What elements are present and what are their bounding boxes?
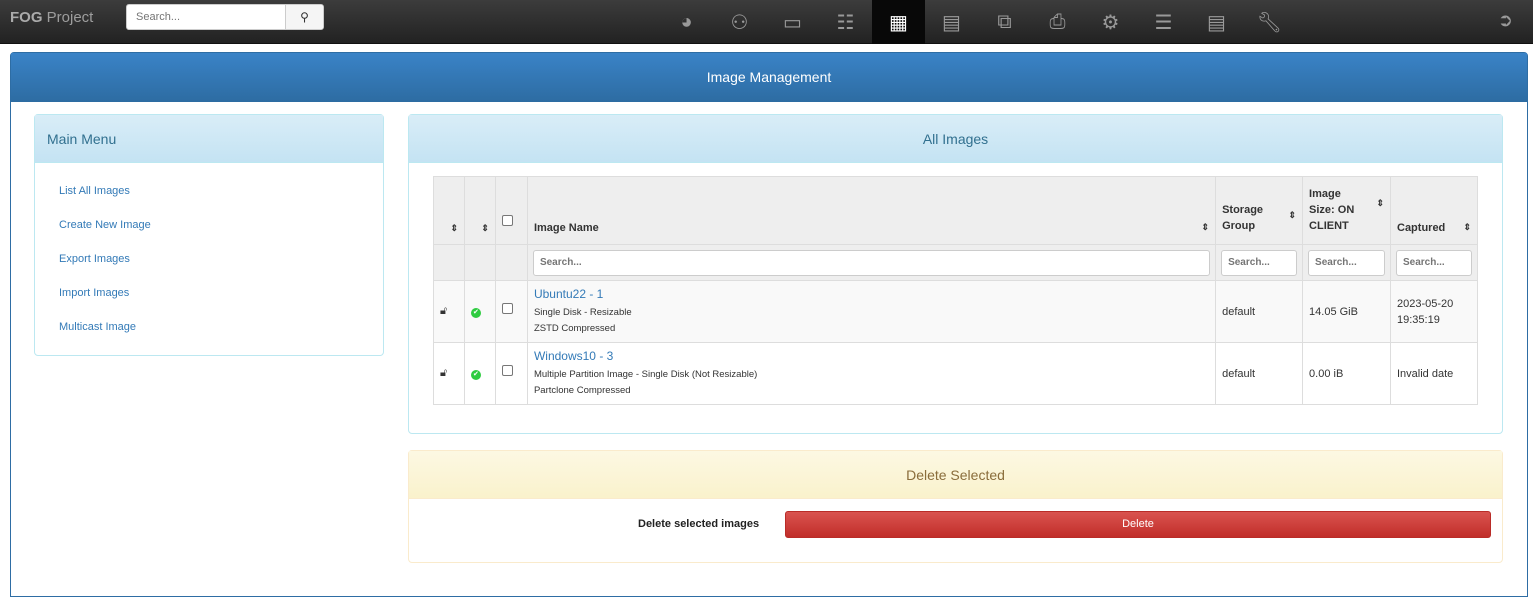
image-size: 14.05 GiB [1302,280,1391,343]
delete-selected-panel: Delete Selected Delete selected images D… [408,450,1503,563]
search-captured[interactable] [1396,249,1472,276]
row-checkbox[interactable] [501,303,513,314]
dashboard-icon[interactable]: ◕ [660,0,713,44]
search-storage-group[interactable] [1221,249,1298,276]
global-search: ⚲ [126,4,324,30]
wrench-icon[interactable]: 🔧︎ [1243,0,1296,44]
captured-date: Invalid date [1390,342,1478,405]
all-images-title: All Images [409,115,1502,163]
captured-date: 2023-05-20 19:35:19 [1390,280,1478,343]
sitemap-icon[interactable]: ☷ [819,0,872,44]
image-type: Single Disk - Resizable [533,306,632,318]
delete-selected-label: Delete selected images [638,518,760,530]
search-image-size[interactable] [1308,249,1385,276]
image-name-link[interactable]: Ubuntu22 - 1 [534,287,1209,301]
menu-create-new-image[interactable]: Create New Image [59,208,383,242]
table-row: 🔓︎ ✔ Windows10 - 3 Multiple Partition Ima… [433,342,1478,405]
image-icon[interactable]: ▦ [872,0,925,44]
delete-button[interactable]: Delete [785,511,1491,538]
check-circle-icon: ✔ [470,370,481,380]
copy-icon[interactable]: ⧉ [978,0,1031,44]
select-all-checkbox[interactable] [501,215,513,226]
cogs-icon[interactable]: ⚙ [1084,0,1137,44]
archive-icon[interactable]: ▤ [925,0,978,44]
row-checkbox[interactable] [501,365,513,376]
server-icon[interactable]: ☰ [1137,0,1190,44]
delete-selected-title: Delete Selected [409,451,1502,499]
table-row: 🔓︎ ✔ Ubuntu22 - 1 Single Disk - Resizable… [433,280,1478,343]
logout-icon[interactable]: ➲ [1498,10,1513,31]
unlock-icon: 🔓︎ [440,367,448,379]
navbar: FOG Project ⚲ ◕ ⚇ ▭ ☷ ▦ ▤ ⧉ ⎙ ⚙ ☰ ▤ 🔧︎ ➲ [0,0,1533,44]
image-size: 0.00 iB [1302,342,1391,405]
menu-multicast-image[interactable]: Multicast Image [59,310,383,344]
search-image-name[interactable] [532,249,1211,276]
header-captured[interactable]: Captured ⇕ [1390,176,1478,245]
storage-group: default [1215,280,1304,343]
header-storage-group[interactable]: ⇕ Storage Group [1215,176,1304,245]
sort-protected[interactable]: ⇕ [433,176,465,245]
brand-bold: FOG [10,9,43,26]
search-button[interactable]: ⚲ [285,5,323,29]
brand-text: Project [42,9,94,26]
image-compression: Partclone Compressed [533,384,631,396]
sort-enabled[interactable]: ⇕ [463,176,496,245]
menu-list-all-images[interactable]: List All Images [59,174,383,208]
page-title: Image Management [11,53,1527,102]
menu-export-images[interactable]: Export Images [59,242,383,276]
image-compression: ZSTD Compressed [533,322,616,334]
header-image-size[interactable]: ⇕ Image Size: ON CLIENT [1302,176,1391,245]
computer-icon[interactable]: ▭ [766,0,819,44]
image-name-link[interactable]: Windows10 - 3 [534,349,1209,363]
search-icon: ⚲ [300,10,309,24]
storage-group: default [1215,342,1304,405]
brand-logo[interactable]: FOG Project [10,9,93,26]
users-icon[interactable]: ⚇ [713,0,766,44]
unlock-icon: 🔓︎ [440,305,448,317]
check-circle-icon: ✔ [470,308,481,318]
images-table: ⇕ ⇕ Image Name ⇕ ⇕ Storage Group ⇕ Image Si… [433,176,1478,405]
header-image-name[interactable]: Image Name ⇕ [526,176,1217,245]
image-type: Multiple Partition Image - Single Disk (… [533,368,758,380]
file-icon[interactable]: ▤ [1190,0,1243,44]
menu-import-images[interactable]: Import Images [59,276,383,310]
main-menu-panel: Main Menu List All Images Create New Ima… [34,114,384,356]
global-search-input[interactable] [127,5,285,29]
main-menu-title: Main Menu [35,115,383,163]
all-images-panel: All Images ⇕ ⇕ Image Name ⇕ ⇕ Storage Grou… [408,114,1503,434]
printer-icon[interactable]: ⎙ [1031,0,1084,44]
